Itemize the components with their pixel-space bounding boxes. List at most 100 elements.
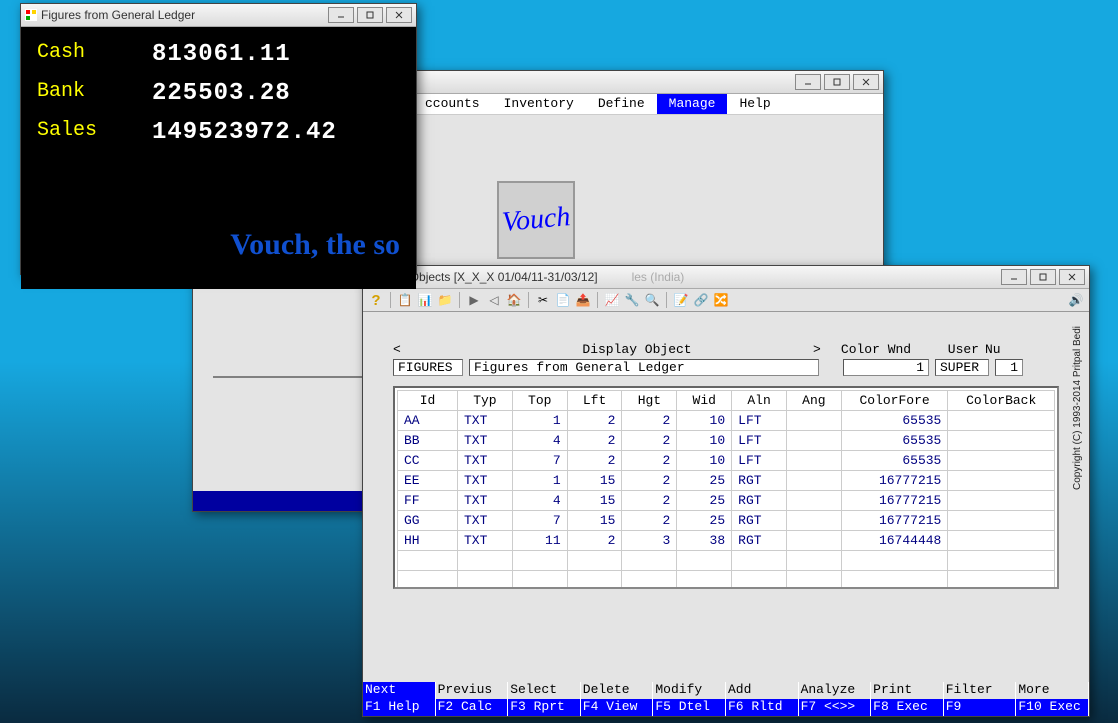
cell[interactable] [948,431,1055,451]
fn-f7-<<>>[interactable]: F7 <<>> [799,699,872,716]
cell[interactable]: 2 [622,511,677,531]
cell[interactable]: TXT [458,451,513,471]
fn-f6-rltd[interactable]: F6 Rltd [726,699,799,716]
cell[interactable] [948,451,1055,471]
cell[interactable] [786,471,841,491]
fn-f2-calc[interactable]: F2 Calc [436,699,509,716]
fn-f9[interactable]: F9 [944,699,1017,716]
cell[interactable]: 16744448 [841,531,948,551]
cell[interactable]: 25 [677,511,732,531]
minimize-button[interactable] [1001,269,1027,285]
cell[interactable]: TXT [458,471,513,491]
cell[interactable]: 2 [622,451,677,471]
fig-titlebar[interactable]: Figures from General Ledger [21,4,416,27]
cell[interactable]: 3 [622,531,677,551]
col-lft[interactable]: Lft [567,391,622,411]
cell[interactable]: TXT [458,511,513,531]
help-icon[interactable]: ? [367,291,385,309]
cell[interactable]: 2 [567,411,622,431]
export-icon[interactable]: 📤 [574,291,592,309]
cell[interactable]: LFT [732,411,787,431]
cell[interactable]: LFT [732,451,787,471]
table-row[interactable]: EETXT115225RGT16777215 [398,471,1055,491]
cell[interactable]: TXT [458,411,513,431]
cell[interactable]: CC [398,451,458,471]
fn-select[interactable]: Select [508,682,581,699]
col-top[interactable]: Top [512,391,567,411]
menu-define[interactable]: Define [586,94,657,114]
cell[interactable] [948,411,1055,431]
doc-icon[interactable]: 📄 [554,291,572,309]
menu-inventory[interactable]: Inventory [492,94,586,114]
col-aln[interactable]: Aln [732,391,787,411]
col-colorfore[interactable]: ColorFore [841,391,948,411]
cell[interactable]: 4 [512,431,567,451]
cell[interactable]: RGT [732,531,787,551]
cell[interactable]: 2 [622,471,677,491]
cell[interactable]: RGT [732,511,787,531]
user-input[interactable]: SUPER [935,359,989,376]
cell[interactable] [786,491,841,511]
cell[interactable]: 2 [622,431,677,451]
cell[interactable]: 2 [622,411,677,431]
maximize-button[interactable] [824,74,850,90]
cell[interactable]: RGT [732,471,787,491]
fn-print[interactable]: Print [871,682,944,699]
cell[interactable]: 15 [567,491,622,511]
nu-input[interactable]: 1 [995,359,1023,376]
fn-f3-rprt[interactable]: F3 Rprt [508,699,581,716]
figures-code-input[interactable]: FIGURES [393,359,463,376]
cell[interactable]: 25 [677,491,732,511]
table-row[interactable]: GGTXT715225RGT16777215 [398,511,1055,531]
fn-filter[interactable]: Filter [944,682,1017,699]
cell[interactable]: 65535 [841,411,948,431]
cell[interactable]: 2 [622,491,677,511]
fn-add[interactable]: Add [726,682,799,699]
cell[interactable]: 7 [512,451,567,471]
cut-icon[interactable]: ✂ [534,291,552,309]
menu-accounts[interactable]: ccounts [413,94,492,114]
cell[interactable]: 65535 [841,451,948,471]
sound-icon[interactable]: 🔊 [1067,291,1085,309]
col-hgt[interactable]: Hgt [622,391,677,411]
menu-manage[interactable]: Manage [657,94,728,114]
close-button[interactable] [1059,269,1085,285]
col-typ[interactable]: Typ [458,391,513,411]
cell[interactable]: GG [398,511,458,531]
fn-f5-dtel[interactable]: F5 Dtel [653,699,726,716]
cell[interactable]: BB [398,431,458,451]
cell[interactable]: 7 [512,511,567,531]
menu-help[interactable]: Help [727,94,782,114]
cell[interactable]: 10 [677,451,732,471]
cell[interactable]: 15 [567,511,622,531]
tool-icon[interactable]: 🔗 [692,291,710,309]
cell[interactable] [948,511,1055,531]
cell[interactable]: 65535 [841,431,948,451]
fn-f1-help[interactable]: F1 Help [363,699,436,716]
table-row[interactable]: FFTXT415225RGT16777215 [398,491,1055,511]
cell[interactable] [786,411,841,431]
disp-titlebar[interactable]: Display Objects [X_X_X 01/04/11-31/03/12… [363,266,1089,289]
cell[interactable]: EE [398,471,458,491]
cell[interactable]: 16777215 [841,491,948,511]
tool-icon[interactable]: 📊 [416,291,434,309]
fn-modify[interactable]: Modify [653,682,726,699]
close-button[interactable] [853,74,879,90]
cell[interactable]: 16777215 [841,471,948,491]
tool-icon[interactable]: 📋 [396,291,414,309]
cell[interactable]: FF [398,491,458,511]
cell[interactable]: 2 [567,431,622,451]
table-row[interactable]: CCTXT72210LFT65535 [398,451,1055,471]
prev-icon[interactable]: ◁ [485,291,503,309]
cell[interactable]: TXT [458,431,513,451]
minimize-button[interactable] [795,74,821,90]
cell[interactable]: 2 [567,451,622,471]
cell[interactable] [786,451,841,471]
chart-icon[interactable]: 📈 [603,291,621,309]
fn-f4-view[interactable]: F4 View [581,699,654,716]
fn-next[interactable]: Next [363,682,436,699]
cell[interactable]: AA [398,411,458,431]
col-ang[interactable]: Ang [786,391,841,411]
cell[interactable]: 10 [677,431,732,451]
fn-delete[interactable]: Delete [581,682,654,699]
